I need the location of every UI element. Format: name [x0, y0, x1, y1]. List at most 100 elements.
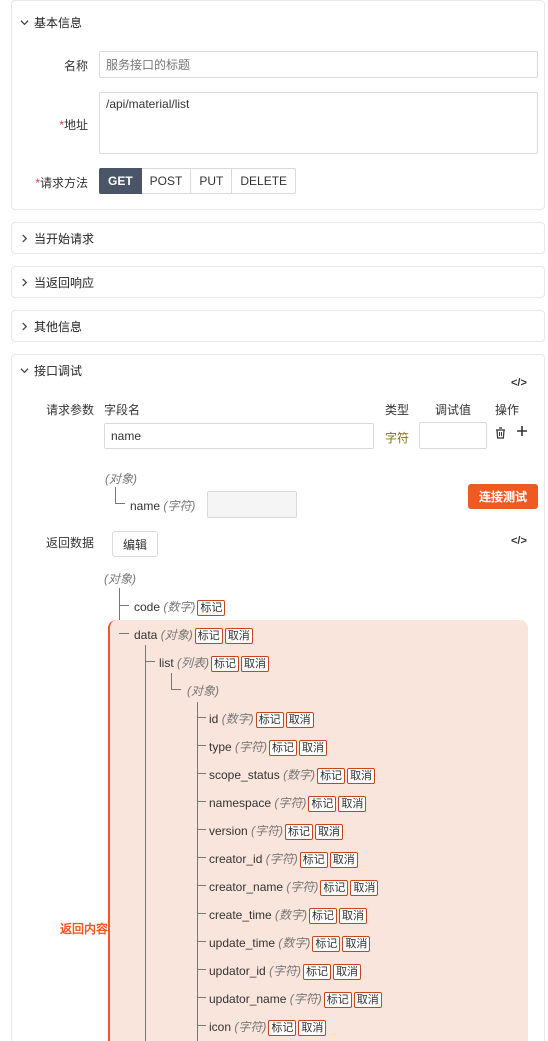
mark-tag[interactable]: 标记: [268, 1020, 297, 1036]
mark-tag[interactable]: 标记: [285, 824, 314, 840]
tree-line: [197, 702, 198, 1041]
param-field-input[interactable]: name: [104, 423, 374, 449]
edit-button[interactable]: 编辑: [112, 531, 158, 557]
cancel-tag[interactable]: 取消: [329, 852, 358, 868]
type-column-header: 类型: [385, 403, 410, 417]
plus-icon[interactable]: [516, 424, 528, 440]
tree-line: [197, 773, 206, 774]
method-selector: GET POST PUT DELETE: [99, 168, 297, 194]
mark-tag[interactable]: 标记: [303, 964, 332, 980]
cancel-tag[interactable]: 取消: [298, 1020, 327, 1036]
tree-node-field: id (数字) 标记 取消: [209, 710, 314, 728]
tree-line: [197, 857, 206, 858]
tree-line: [115, 503, 125, 504]
mark-tag[interactable]: 标记: [309, 908, 338, 924]
cancel-tag[interactable]: 取消: [353, 992, 382, 1008]
cancel-tag[interactable]: 取消: [299, 740, 328, 756]
param-tree-root: (对象): [105, 472, 137, 486]
tree-node-field: update_time (数字) 标记 取消: [209, 934, 371, 952]
cancel-tag[interactable]: 取消: [350, 880, 379, 896]
chevron-right-icon: [20, 321, 34, 331]
on-request-panel[interactable]: 当开始请求: [11, 222, 545, 254]
chevron-down-icon: [20, 366, 34, 375]
return-tree-root: (对象): [104, 572, 136, 586]
other-info-title: 其他信息: [34, 319, 83, 334]
tree-line: [171, 673, 172, 689]
tree-line: [145, 645, 146, 1041]
method-post-button[interactable]: POST: [141, 168, 192, 194]
tree-node-field: scope_status (数字) 标记 取消: [209, 766, 376, 784]
chevron-right-icon: [20, 277, 34, 287]
on-request-title: 当开始请求: [34, 231, 95, 246]
cancel-tag[interactable]: 取消: [285, 712, 314, 728]
debug-title: 接口调试: [34, 363, 83, 378]
method-get-button[interactable]: GET: [99, 168, 142, 194]
value-column-header: 调试值: [435, 403, 472, 417]
name-input[interactable]: [99, 51, 538, 78]
tree-line: [171, 689, 181, 690]
tree-node-field: creator_id (字符) 标记 取消: [209, 850, 358, 868]
cancel-tag[interactable]: 取消: [315, 824, 344, 840]
mark-tag[interactable]: 标记: [194, 628, 223, 644]
mark-tag[interactable]: 标记: [312, 936, 341, 952]
field-column-header: 字段名: [104, 403, 141, 417]
mark-tag[interactable]: 标记: [197, 600, 226, 616]
mark-tag[interactable]: 标记: [317, 768, 346, 784]
method-put-button[interactable]: PUT: [191, 168, 233, 194]
connect-test-button[interactable]: 连接测试: [468, 484, 538, 509]
param-tree-value-input[interactable]: [207, 491, 297, 518]
tree-line: [197, 801, 206, 802]
param-tree-child: name (字符): [130, 499, 196, 513]
cancel-tag[interactable]: 取消: [224, 628, 253, 644]
tree-line: [197, 941, 206, 942]
tree-node-field: namespace (字符) 标记 取消: [209, 794, 367, 812]
mark-tag[interactable]: 标记: [320, 880, 349, 896]
trash-icon[interactable]: [495, 426, 506, 442]
tree-line: [119, 605, 129, 606]
cancel-tag[interactable]: 取消: [241, 656, 270, 672]
tree-line: [197, 969, 206, 970]
mark-tag[interactable]: 标记: [255, 712, 284, 728]
basic-info-title: 基本信息: [34, 15, 83, 30]
cancel-tag[interactable]: 取消: [338, 796, 367, 812]
tree-node-list-object: (对象): [187, 684, 219, 698]
tree-node-field: version (字符) 标记 取消: [209, 822, 344, 840]
action-column-header: 操作: [495, 403, 520, 417]
method-label: *请求方法: [35, 176, 88, 190]
name-label: 名称: [63, 59, 88, 73]
tree-node-list: list (列表) 标记 取消: [159, 654, 270, 672]
tree-node-data: data (对象) 标记 取消: [134, 626, 253, 644]
mark-tag[interactable]: 标记: [269, 740, 298, 756]
on-response-header[interactable]: 当返回响应: [12, 267, 544, 297]
tree-line: [197, 885, 206, 886]
tree-line: [197, 1025, 206, 1026]
cancel-tag[interactable]: 取消: [339, 908, 368, 924]
other-info-panel[interactable]: 其他信息: [11, 310, 545, 342]
on-request-header[interactable]: 当开始请求: [12, 223, 544, 253]
method-delete-button[interactable]: DELETE: [232, 168, 297, 194]
code-view-icon[interactable]: </>: [511, 377, 527, 389]
tree-node-field: create_time (数字) 标记 取消: [209, 906, 368, 924]
mark-tag[interactable]: 标记: [211, 656, 240, 672]
other-info-header[interactable]: 其他信息: [12, 311, 544, 341]
chevron-down-icon: [20, 18, 34, 27]
param-type: 字符: [385, 431, 410, 445]
return-code-view-icon[interactable]: </>: [511, 535, 527, 547]
debug-header[interactable]: 接口调试: [12, 355, 544, 385]
mark-tag[interactable]: 标记: [299, 852, 328, 868]
cancel-tag[interactable]: 取消: [342, 936, 371, 952]
tree-node-code: code (数字) 标记: [134, 598, 226, 616]
request-params-label: 请求参数: [45, 403, 94, 417]
param-value-input[interactable]: [419, 422, 487, 449]
cancel-tag[interactable]: 取消: [347, 768, 376, 784]
mark-tag[interactable]: 标记: [308, 796, 337, 812]
tree-line: [145, 661, 155, 662]
tree-node-field: icon (字符) 标记 取消: [209, 1018, 327, 1036]
address-textarea[interactable]: /api/material/list: [99, 92, 538, 154]
on-response-panel[interactable]: 当返回响应: [11, 266, 545, 298]
cancel-tag[interactable]: 取消: [333, 964, 362, 980]
basic-info-header[interactable]: 基本信息: [12, 1, 544, 43]
tree-node-field: updator_id (字符) 标记 取消: [209, 962, 362, 980]
mark-tag[interactable]: 标记: [323, 992, 352, 1008]
tree-line: [197, 829, 206, 830]
